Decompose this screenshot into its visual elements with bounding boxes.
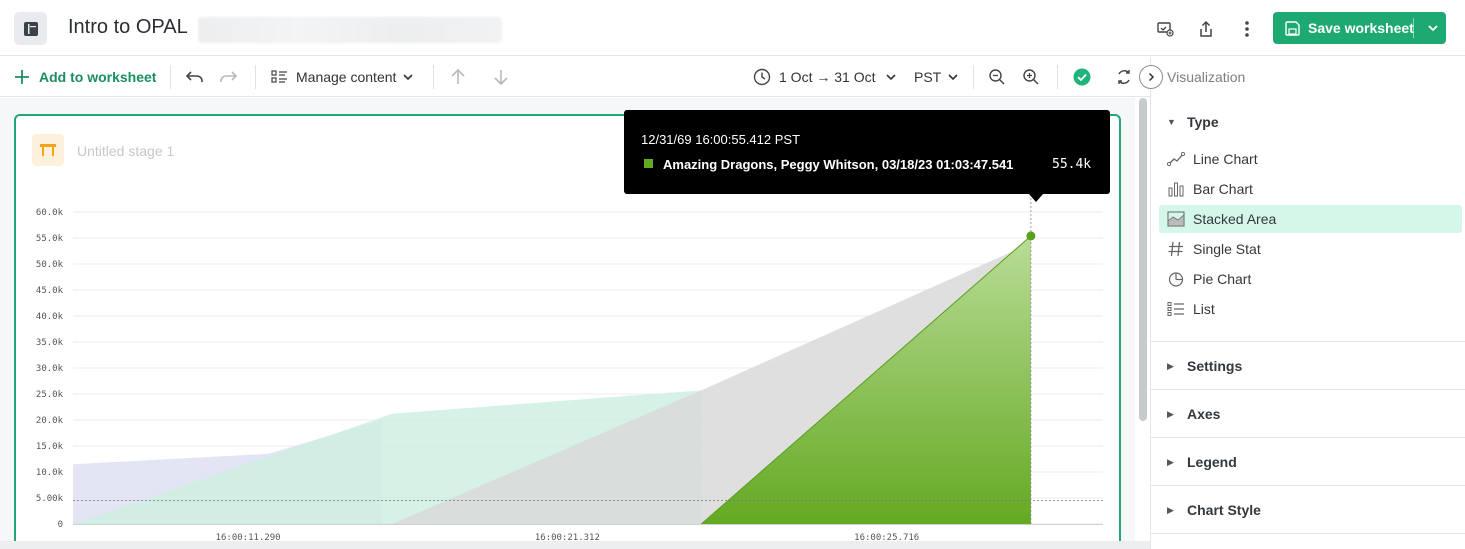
y-tick-label: 45.0k bbox=[36, 286, 64, 296]
move-up-icon[interactable] bbox=[450, 57, 466, 97]
worksheet-title[interactable]: Intro to OPAL bbox=[68, 16, 188, 39]
section-legend[interactable]: ▶ Legend bbox=[1167, 454, 1237, 470]
move-down-icon[interactable] bbox=[493, 57, 509, 97]
bottom-bar bbox=[0, 541, 1150, 549]
caret-right-icon: ▶ bbox=[1167, 408, 1174, 419]
time-range-picker[interactable]: 1 Oct → 31 Oct bbox=[753, 57, 897, 97]
section-settings[interactable]: ▶ Settings bbox=[1167, 358, 1242, 374]
y-tick-label: 20.0k bbox=[36, 416, 64, 426]
y-tick-label: 50.0k bbox=[36, 260, 64, 270]
zoom-in-icon[interactable] bbox=[1022, 57, 1040, 97]
y-tick-label: 5.00k bbox=[36, 494, 64, 504]
save-icon bbox=[1285, 20, 1300, 36]
tooltip-series: Amazing Dragons, Peggy Whitson, 03/18/23… bbox=[663, 157, 1014, 172]
pie-chart-icon bbox=[1167, 271, 1185, 287]
type-list[interactable]: List bbox=[1159, 295, 1462, 323]
manage-icon bbox=[271, 69, 288, 85]
add-to-worksheet-button[interactable]: Add to worksheet bbox=[14, 57, 156, 97]
type-label: Stacked Area bbox=[1193, 211, 1277, 227]
chart-tooltip: 12/31/69 16:00:55.412 PST Amazing Dragon… bbox=[624, 110, 1110, 202]
type-label: Bar Chart bbox=[1193, 181, 1253, 197]
type-pie-chart[interactable]: Pie Chart bbox=[1159, 265, 1462, 293]
type-line-chart[interactable]: Line Chart bbox=[1159, 145, 1462, 173]
timezone-label: PST bbox=[914, 69, 942, 85]
refresh-icon[interactable] bbox=[1115, 57, 1133, 97]
y-tick-label: 60.0k bbox=[36, 208, 64, 218]
line-chart-icon bbox=[1167, 151, 1185, 167]
manage-content-dropdown[interactable]: Manage content bbox=[271, 57, 414, 97]
chevron-down-icon bbox=[402, 71, 414, 83]
chevron-down-icon bbox=[947, 71, 959, 83]
bar-chart-icon bbox=[1167, 181, 1185, 197]
section-axes[interactable]: ▶ Axes bbox=[1167, 406, 1220, 422]
time-range-label: 1 Oct → 31 Oct bbox=[779, 69, 876, 85]
y-tick-label: 55.0k bbox=[36, 234, 64, 244]
undo-icon[interactable] bbox=[185, 57, 205, 97]
y-tick-label: 25.0k bbox=[36, 390, 64, 400]
hash-icon bbox=[1167, 241, 1185, 257]
section-chart-style[interactable]: ▶ Chart Style bbox=[1167, 502, 1261, 518]
header: Intro to OPAL Save worksheet bbox=[0, 0, 1465, 56]
type-label: Line Chart bbox=[1193, 151, 1258, 167]
toolbar: Add to worksheet Manage content 1 Oct → … bbox=[0, 57, 1150, 97]
share-icon[interactable] bbox=[1193, 16, 1219, 42]
tooltip-swatch bbox=[644, 159, 653, 168]
y-tick-label: 10.0k bbox=[36, 468, 64, 478]
status-ok-icon[interactable] bbox=[1073, 57, 1091, 97]
redacted-description bbox=[198, 17, 502, 43]
y-tick-label: 15.0k bbox=[36, 442, 64, 452]
clock-icon bbox=[753, 68, 771, 86]
canvas-scrollbar[interactable] bbox=[1139, 98, 1147, 421]
type-label: Pie Chart bbox=[1193, 271, 1252, 287]
collapse-panel-button[interactable] bbox=[1139, 65, 1163, 89]
y-tick-label: 35.0k bbox=[36, 338, 64, 348]
tooltip-value: 55.4k bbox=[1052, 157, 1092, 172]
y-tick-label: 30.0k bbox=[36, 364, 64, 374]
caret-right-icon: ▶ bbox=[1167, 504, 1174, 515]
visualization-panel: Visualization ▼ Type Line Chart Bar Chart… bbox=[1139, 57, 1465, 549]
more-options-icon[interactable] bbox=[1234, 16, 1260, 42]
zoom-out-icon[interactable] bbox=[988, 57, 1006, 97]
list-icon bbox=[1167, 301, 1185, 317]
timezone-dropdown[interactable]: PST bbox=[914, 57, 959, 97]
manage-label: Manage content bbox=[296, 69, 397, 85]
worksheet-icon[interactable] bbox=[14, 12, 47, 45]
y-tick-label: 0 bbox=[58, 520, 63, 530]
stacked-area-icon bbox=[1167, 211, 1185, 227]
save-label: Save worksheet bbox=[1308, 20, 1414, 36]
caret-down-icon: ▼ bbox=[1167, 117, 1176, 127]
plus-icon bbox=[14, 69, 30, 85]
type-label: List bbox=[1193, 301, 1215, 317]
panel-title: Visualization bbox=[1167, 69, 1246, 85]
hover-point bbox=[1026, 231, 1036, 241]
redo-icon[interactable] bbox=[218, 57, 238, 97]
tooltip-time: 12/31/69 16:00:55.412 PST bbox=[641, 132, 801, 147]
type-single-stat[interactable]: Single Stat bbox=[1159, 235, 1462, 263]
section-type[interactable]: ▼ Type bbox=[1167, 114, 1219, 130]
type-bar-chart[interactable]: Bar Chart bbox=[1159, 175, 1462, 203]
type-label: Single Stat bbox=[1193, 241, 1261, 257]
add-label: Add to worksheet bbox=[39, 69, 157, 85]
y-tick-label: 40.0k bbox=[36, 312, 64, 322]
caret-right-icon: ▶ bbox=[1167, 360, 1174, 371]
save-worksheet-button[interactable]: Save worksheet bbox=[1273, 12, 1446, 44]
type-stacked-area[interactable]: Stacked Area bbox=[1159, 205, 1462, 233]
chevron-down-icon bbox=[885, 71, 897, 83]
chevron-down-icon[interactable] bbox=[1423, 18, 1443, 41]
caret-right-icon: ▶ bbox=[1167, 456, 1174, 467]
monitor-add-icon[interactable] bbox=[1152, 16, 1178, 42]
